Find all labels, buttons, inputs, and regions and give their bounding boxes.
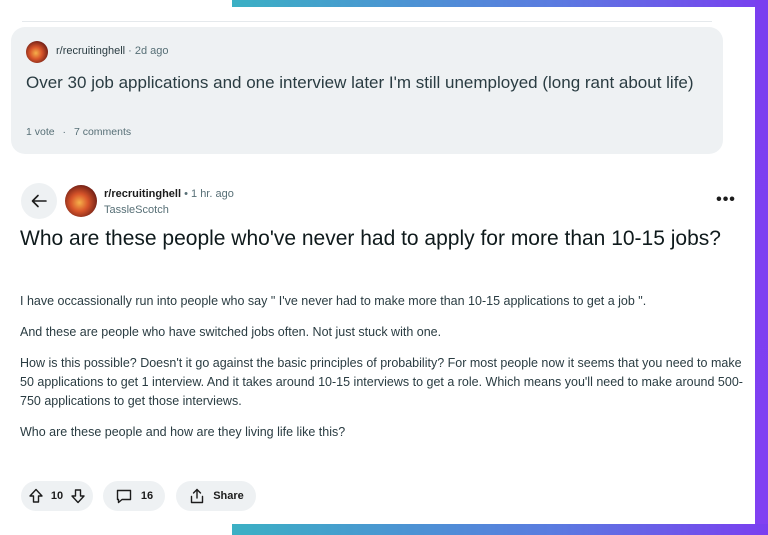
- related-post-age: 2d ago: [134, 45, 169, 57]
- related-post-subreddit[interactable]: r/recruitinghell: [56, 45, 125, 57]
- decorative-gradient-top: [232, 0, 768, 7]
- related-post-votes: 1 vote: [26, 126, 55, 138]
- vote-score: 10: [50, 490, 64, 502]
- post-paragraph: How is this possible? Doesn't it go agai…: [20, 356, 743, 408]
- divider: [22, 21, 712, 22]
- comment-count: 16: [140, 490, 154, 502]
- related-post-comments[interactable]: 7 comments: [74, 126, 131, 138]
- post-body: I have occassionally run into people who…: [20, 292, 745, 454]
- post-paragraph: Who are these people and how are they li…: [20, 425, 346, 439]
- post-age: 1 hr. ago: [191, 188, 234, 200]
- post-paragraph: And these are people who have switched j…: [20, 325, 442, 339]
- share-label: Share: [213, 490, 244, 502]
- share-button[interactable]: Share: [176, 481, 256, 511]
- more-dots-icon: •••: [716, 191, 736, 208]
- post-author[interactable]: TassleScotch: [104, 204, 169, 216]
- related-post-title[interactable]: Over 30 job applications and one intervi…: [26, 72, 706, 94]
- subreddit-avatar[interactable]: [65, 185, 97, 217]
- related-post-stats: 1 vote · 7 comments: [26, 126, 131, 138]
- decorative-gradient-bottom: [232, 524, 768, 535]
- arrow-down-icon: [71, 489, 85, 504]
- share-icon: [188, 487, 206, 505]
- arrow-up-icon: [29, 488, 43, 503]
- post-subreddit[interactable]: r/recruitinghell: [104, 188, 181, 200]
- subreddit-avatar[interactable]: [26, 41, 48, 63]
- meta-separator: ·: [128, 45, 135, 57]
- stats-separator: ·: [62, 126, 67, 138]
- more-options-button[interactable]: •••: [713, 190, 739, 210]
- upvote-button[interactable]: [27, 487, 45, 505]
- comment-bubble-icon: [115, 487, 133, 505]
- arrow-left-icon: [29, 191, 49, 211]
- related-post-meta: r/recruitinghell · 2d ago: [56, 45, 169, 57]
- post-paragraph: I have occassionally run into people who…: [20, 294, 647, 308]
- related-post-card[interactable]: r/recruitinghell · 2d ago Over 30 job ap…: [11, 27, 723, 154]
- downvote-button[interactable]: [69, 487, 87, 505]
- post-title: Who are these people who've never had to…: [20, 227, 721, 250]
- meta-separator: •: [184, 188, 192, 200]
- decorative-gradient-right: [755, 0, 768, 535]
- post-meta: r/recruitinghell • 1 hr. ago: [104, 188, 234, 200]
- vote-control: 10: [21, 481, 93, 511]
- back-button[interactable]: [21, 183, 57, 219]
- comments-button[interactable]: 16: [103, 481, 165, 511]
